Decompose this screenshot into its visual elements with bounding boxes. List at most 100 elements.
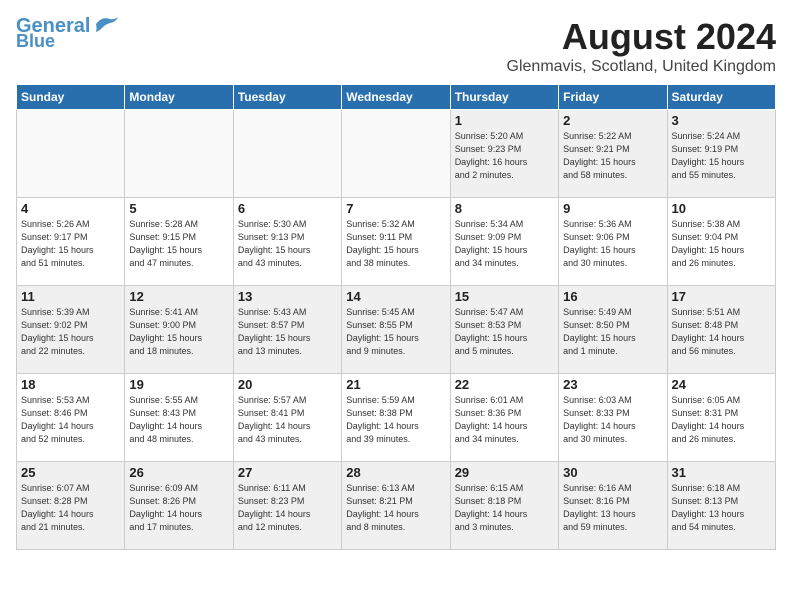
day-info: Sunrise: 5:43 AM Sunset: 8:57 PM Dayligh… xyxy=(238,306,337,358)
calendar-cell xyxy=(342,110,450,198)
calendar-cell: 24 Sunrise: 6:05 AM Sunset: 8:31 PM Dayli… xyxy=(667,374,775,462)
calendar-week-row: 18 Sunrise: 5:53 AM Sunset: 8:46 PM Dayli… xyxy=(17,374,776,462)
calendar-cell: 20 Sunrise: 5:57 AM Sunset: 8:41 PM Dayli… xyxy=(233,374,341,462)
day-number: 7 xyxy=(346,201,445,216)
weekday-header-friday: Friday xyxy=(559,85,667,110)
day-info: Sunrise: 6:16 AM Sunset: 8:16 PM Dayligh… xyxy=(563,482,662,534)
calendar-table: SundayMondayTuesdayWednesdayThursdayFrid… xyxy=(16,84,776,550)
calendar-cell: 8 Sunrise: 5:34 AM Sunset: 9:09 PM Daylig… xyxy=(450,198,558,286)
calendar-cell: 23 Sunrise: 6:03 AM Sunset: 8:33 PM Dayli… xyxy=(559,374,667,462)
day-info: Sunrise: 5:20 AM Sunset: 9:23 PM Dayligh… xyxy=(455,130,554,182)
title-block: August 2024 Glenmavis, Scotland, United … xyxy=(507,16,776,76)
calendar-cell: 1 Sunrise: 5:20 AM Sunset: 9:23 PM Daylig… xyxy=(450,110,558,198)
calendar-cell: 6Sunrise: 5:30 AM Sunset: 9:13 PM Daylig… xyxy=(233,198,341,286)
day-number: 2 xyxy=(563,113,662,128)
day-info: Sunrise: 5:28 AM Sunset: 9:15 PM Dayligh… xyxy=(129,218,228,270)
calendar-cell: 4 Sunrise: 5:26 AM Sunset: 9:17 PM Daylig… xyxy=(17,198,125,286)
weekday-header-thursday: Thursday xyxy=(450,85,558,110)
weekday-header-tuesday: Tuesday xyxy=(233,85,341,110)
day-number: 11 xyxy=(21,289,120,304)
calendar-cell: 18 Sunrise: 5:53 AM Sunset: 8:46 PM Dayli… xyxy=(17,374,125,462)
calendar-cell: 11Sunrise: 5:39 AM Sunset: 9:02 PM Dayli… xyxy=(17,286,125,374)
page-header: General Blue August 2024 Glenmavis, Scot… xyxy=(16,16,776,76)
day-info: Sunrise: 5:30 AM Sunset: 9:13 PM Dayligh… xyxy=(238,218,337,270)
day-info: Sunrise: 5:36 AM Sunset: 9:06 PM Dayligh… xyxy=(563,218,662,270)
day-number: 14 xyxy=(346,289,445,304)
calendar-cell: 16Sunrise: 5:49 AM Sunset: 8:50 PM Dayli… xyxy=(559,286,667,374)
day-number: 9 xyxy=(563,201,662,216)
day-info: Sunrise: 5:34 AM Sunset: 9:09 PM Dayligh… xyxy=(455,218,554,270)
calendar-cell: 21 Sunrise: 5:59 AM Sunset: 8:38 PM Dayli… xyxy=(342,374,450,462)
month-year-title: August 2024 xyxy=(507,16,776,58)
calendar-cell xyxy=(17,110,125,198)
day-info: Sunrise: 5:51 AM Sunset: 8:48 PM Dayligh… xyxy=(672,306,771,358)
day-info: Sunrise: 6:18 AM Sunset: 8:13 PM Dayligh… xyxy=(672,482,771,534)
calendar-cell: 15 Sunrise: 5:47 AM Sunset: 8:53 PM Dayli… xyxy=(450,286,558,374)
logo: General Blue xyxy=(16,16,120,50)
day-number: 23 xyxy=(563,377,662,392)
weekday-header-sunday: Sunday xyxy=(17,85,125,110)
day-number: 24 xyxy=(672,377,771,392)
calendar-cell: 5 Sunrise: 5:28 AM Sunset: 9:15 PM Daylig… xyxy=(125,198,233,286)
calendar-cell: 12 Sunrise: 5:41 AM Sunset: 9:00 PM Dayli… xyxy=(125,286,233,374)
location-subtitle: Glenmavis, Scotland, United Kingdom xyxy=(507,58,776,76)
calendar-cell: 25Sunrise: 6:07 AM Sunset: 8:28 PM Dayli… xyxy=(17,462,125,550)
day-info: Sunrise: 5:26 AM Sunset: 9:17 PM Dayligh… xyxy=(21,218,120,270)
calendar-cell: 26Sunrise: 6:09 AM Sunset: 8:26 PM Dayli… xyxy=(125,462,233,550)
day-info: Sunrise: 5:59 AM Sunset: 8:38 PM Dayligh… xyxy=(346,394,445,446)
day-number: 20 xyxy=(238,377,337,392)
day-info: Sunrise: 5:55 AM Sunset: 8:43 PM Dayligh… xyxy=(129,394,228,446)
calendar-cell xyxy=(233,110,341,198)
day-info: Sunrise: 5:53 AM Sunset: 8:46 PM Dayligh… xyxy=(21,394,120,446)
day-info: Sunrise: 5:45 AM Sunset: 8:55 PM Dayligh… xyxy=(346,306,445,358)
calendar-cell xyxy=(125,110,233,198)
day-number: 17 xyxy=(672,289,771,304)
day-number: 12 xyxy=(129,289,228,304)
day-info: Sunrise: 6:11 AM Sunset: 8:23 PM Dayligh… xyxy=(238,482,337,534)
calendar-cell: 28 Sunrise: 6:13 AM Sunset: 8:21 PM Dayli… xyxy=(342,462,450,550)
day-number: 31 xyxy=(672,465,771,480)
calendar-cell: 9 Sunrise: 5:36 AM Sunset: 9:06 PM Daylig… xyxy=(559,198,667,286)
day-info: Sunrise: 5:57 AM Sunset: 8:41 PM Dayligh… xyxy=(238,394,337,446)
day-number: 8 xyxy=(455,201,554,216)
calendar-week-row: 11Sunrise: 5:39 AM Sunset: 9:02 PM Dayli… xyxy=(17,286,776,374)
day-number: 1 xyxy=(455,113,554,128)
calendar-cell: 22Sunrise: 6:01 AM Sunset: 8:36 PM Dayli… xyxy=(450,374,558,462)
day-number: 3 xyxy=(672,113,771,128)
calendar-cell: 13Sunrise: 5:43 AM Sunset: 8:57 PM Dayli… xyxy=(233,286,341,374)
day-number: 27 xyxy=(238,465,337,480)
day-number: 10 xyxy=(672,201,771,216)
day-number: 30 xyxy=(563,465,662,480)
day-info: Sunrise: 5:49 AM Sunset: 8:50 PM Dayligh… xyxy=(563,306,662,358)
day-number: 26 xyxy=(129,465,228,480)
day-info: Sunrise: 6:03 AM Sunset: 8:33 PM Dayligh… xyxy=(563,394,662,446)
logo-bird-icon xyxy=(92,14,120,34)
calendar-cell: 29 Sunrise: 6:15 AM Sunset: 8:18 PM Dayli… xyxy=(450,462,558,550)
day-info: Sunrise: 5:24 AM Sunset: 9:19 PM Dayligh… xyxy=(672,130,771,182)
weekday-header-wednesday: Wednesday xyxy=(342,85,450,110)
day-info: Sunrise: 6:15 AM Sunset: 8:18 PM Dayligh… xyxy=(455,482,554,534)
calendar-week-row: 25Sunrise: 6:07 AM Sunset: 8:28 PM Dayli… xyxy=(17,462,776,550)
day-info: Sunrise: 5:47 AM Sunset: 8:53 PM Dayligh… xyxy=(455,306,554,358)
day-number: 18 xyxy=(21,377,120,392)
day-number: 15 xyxy=(455,289,554,304)
day-number: 28 xyxy=(346,465,445,480)
day-info: Sunrise: 5:32 AM Sunset: 9:11 PM Dayligh… xyxy=(346,218,445,270)
calendar-cell: 31 Sunrise: 6:18 AM Sunset: 8:13 PM Dayli… xyxy=(667,462,775,550)
day-number: 5 xyxy=(129,201,228,216)
day-number: 19 xyxy=(129,377,228,392)
day-info: Sunrise: 5:41 AM Sunset: 9:00 PM Dayligh… xyxy=(129,306,228,358)
day-info: Sunrise: 5:22 AM Sunset: 9:21 PM Dayligh… xyxy=(563,130,662,182)
day-number: 4 xyxy=(21,201,120,216)
day-number: 22 xyxy=(455,377,554,392)
day-info: Sunrise: 5:38 AM Sunset: 9:04 PM Dayligh… xyxy=(672,218,771,270)
day-info: Sunrise: 6:05 AM Sunset: 8:31 PM Dayligh… xyxy=(672,394,771,446)
day-number: 21 xyxy=(346,377,445,392)
calendar-header-row: SundayMondayTuesdayWednesdayThursdayFrid… xyxy=(17,85,776,110)
day-number: 29 xyxy=(455,465,554,480)
day-info: Sunrise: 6:13 AM Sunset: 8:21 PM Dayligh… xyxy=(346,482,445,534)
calendar-cell: 30 Sunrise: 6:16 AM Sunset: 8:16 PM Dayli… xyxy=(559,462,667,550)
calendar-cell: 2 Sunrise: 5:22 AM Sunset: 9:21 PM Daylig… xyxy=(559,110,667,198)
calendar-cell: 10 Sunrise: 5:38 AM Sunset: 9:04 PM Dayli… xyxy=(667,198,775,286)
calendar-cell: 7 Sunrise: 5:32 AM Sunset: 9:11 PM Daylig… xyxy=(342,198,450,286)
